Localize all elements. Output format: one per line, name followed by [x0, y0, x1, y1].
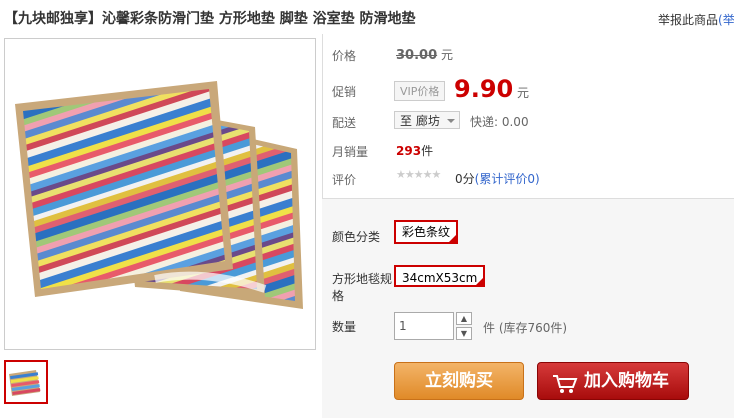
- report-product[interactable]: 举报此商品(举: [658, 11, 734, 28]
- promo-label: 促销: [332, 85, 357, 99]
- monthly-sales-label: 月销量: [332, 145, 369, 159]
- report-link[interactable]: (举: [718, 13, 734, 27]
- monthly-sales-count: 293: [396, 144, 422, 158]
- add-to-cart-button[interactable]: 加入购物车: [537, 362, 689, 400]
- monthly-sales-unit: 件: [421, 144, 434, 158]
- product-thumbnail[interactable]: [4, 360, 48, 404]
- quantity-unit: 件: [483, 321, 496, 335]
- size-option-label-line2: 格: [332, 289, 345, 303]
- color-option-selected[interactable]: 彩色条纹: [394, 220, 459, 244]
- rating-score: 0分: [455, 172, 475, 186]
- delivery-location-select[interactable]: 至 廊坊: [394, 111, 460, 129]
- stock-info: 件 (库存760件): [483, 319, 567, 336]
- promo-price: 9.90: [454, 75, 514, 103]
- chevron-down-icon: [447, 119, 455, 123]
- add-to-cart-label: 加入购物车: [584, 371, 669, 391]
- product-title: 【九块邮独享】沁馨彩条防滑门垫 方形地垫 脚垫 浴室垫 防滑地垫: [4, 11, 416, 27]
- rating-stars-icon: ★★★★★: [396, 168, 441, 181]
- color-option-label: 颜色分类: [332, 230, 381, 244]
- report-text[interactable]: 举报此商品: [658, 13, 718, 27]
- shipping-fee: 快递: 0.00: [470, 115, 529, 129]
- quantity-increment-button[interactable]: ▲: [456, 312, 472, 325]
- delivery-label: 配送: [332, 116, 357, 130]
- delivery-location-value: 至 廊坊: [400, 114, 440, 128]
- stock-count: (库存760件): [498, 321, 568, 335]
- vip-price-badge: VIP价格: [394, 81, 446, 101]
- color-option-value: 彩色条纹: [402, 225, 451, 239]
- checkmark-corner-icon: [449, 235, 457, 242]
- rating-label: 评价: [332, 173, 357, 187]
- monthly-sales: 293件: [396, 142, 433, 159]
- original-price: 30.00 元: [396, 46, 453, 63]
- original-price-value: 30.00: [396, 48, 438, 63]
- size-option-value: 34cmX53cm: [402, 271, 478, 285]
- review-count-link[interactable]: (累计评价0): [475, 172, 540, 186]
- original-price-unit: 元: [440, 48, 453, 62]
- price-label: 价格: [332, 49, 357, 63]
- size-option-label-line1: 方形地毯规: [332, 272, 393, 286]
- product-main-image[interactable]: [4, 38, 316, 350]
- buy-now-button[interactable]: 立刻购买: [394, 362, 524, 400]
- promo-price-unit: 元: [517, 86, 530, 100]
- checkmark-corner-icon: [476, 278, 484, 285]
- chevron-up-icon: ▲: [460, 314, 468, 323]
- size-option-selected[interactable]: 34cmX53cm: [394, 265, 486, 287]
- shopping-cart-icon: [552, 371, 578, 407]
- quantity-input[interactable]: [394, 312, 454, 340]
- quantity-label: 数量: [332, 320, 357, 334]
- chevron-down-icon: ▼: [460, 329, 468, 338]
- quantity-decrement-button[interactable]: ▼: [456, 327, 472, 340]
- rating-summary: 0分(累计评价0): [455, 170, 540, 187]
